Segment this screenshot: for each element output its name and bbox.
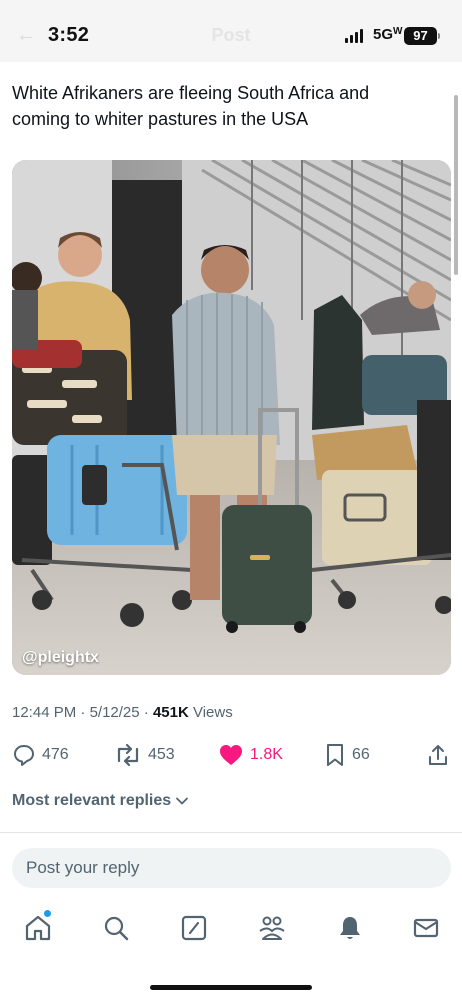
sort-replies-dropdown[interactable]: Most relevant replies	[12, 792, 189, 810]
home-indicator[interactable]	[150, 985, 312, 990]
battery-icon: 97	[404, 27, 437, 45]
reply-count: 476	[42, 746, 69, 763]
reply-icon	[14, 745, 34, 766]
share-button[interactable]	[426, 740, 450, 770]
action-bar: 476 453 1.8K 66	[12, 740, 450, 770]
views-count: 451K	[152, 704, 189, 721]
post-image[interactable]: @pleightx	[12, 160, 451, 675]
nav-communities[interactable]	[256, 912, 288, 944]
repost-button[interactable]: 453	[114, 740, 175, 770]
post-time: 12:44 PM	[12, 704, 77, 721]
search-icon	[104, 916, 129, 941]
reply-button[interactable]: 476	[12, 740, 69, 770]
repost-icon	[117, 743, 139, 767]
photo-illustration	[12, 160, 451, 675]
network-indicator: 5GW	[373, 26, 402, 43]
bookmark-count: 66	[352, 746, 370, 763]
bookmark-icon	[327, 744, 343, 766]
mail-icon	[413, 918, 439, 938]
nav-home[interactable]	[22, 912, 54, 944]
repost-count: 453	[148, 746, 175, 763]
signal-icon	[345, 29, 363, 43]
post-text: White Afrikaners are fleeing South Afric…	[12, 83, 370, 129]
home-icon	[25, 915, 51, 941]
post-date: 5/12/25	[89, 704, 140, 721]
reply-input[interactable]: Post your reply	[12, 848, 451, 888]
meta-separator: ·	[80, 704, 86, 721]
views-label: Views	[192, 704, 233, 721]
bell-icon	[340, 917, 360, 939]
meta-separator: ·	[143, 704, 149, 721]
status-bar: ← Post 3:52 5GW 97	[0, 0, 462, 62]
status-time: 3:52	[48, 24, 90, 46]
communities-icon	[259, 916, 285, 940]
like-button[interactable]: 1.8K	[218, 740, 283, 770]
nav-messages[interactable]	[410, 912, 442, 944]
divider	[0, 832, 462, 833]
post-meta: 12:44 PM · 5/12/25 · 451K Views	[12, 704, 233, 721]
network-type: 5G	[373, 26, 394, 43]
nav-grok[interactable]	[178, 912, 210, 944]
like-count: 1.8K	[250, 746, 283, 763]
chevron-down-icon	[176, 797, 189, 805]
notification-dot	[44, 910, 51, 917]
share-icon	[429, 745, 447, 765]
sort-replies-label: Most relevant replies	[12, 792, 172, 809]
heart-icon	[220, 745, 242, 765]
network-suffix: W	[393, 26, 403, 37]
image-watermark: @pleightx	[22, 649, 99, 666]
nav-notifications[interactable]	[334, 912, 366, 944]
grok-icon	[181, 915, 207, 941]
scrollbar[interactable]	[454, 95, 458, 275]
bookmark-button[interactable]: 66	[324, 740, 370, 770]
bottom-nav	[0, 900, 462, 956]
nav-search[interactable]	[100, 912, 132, 944]
